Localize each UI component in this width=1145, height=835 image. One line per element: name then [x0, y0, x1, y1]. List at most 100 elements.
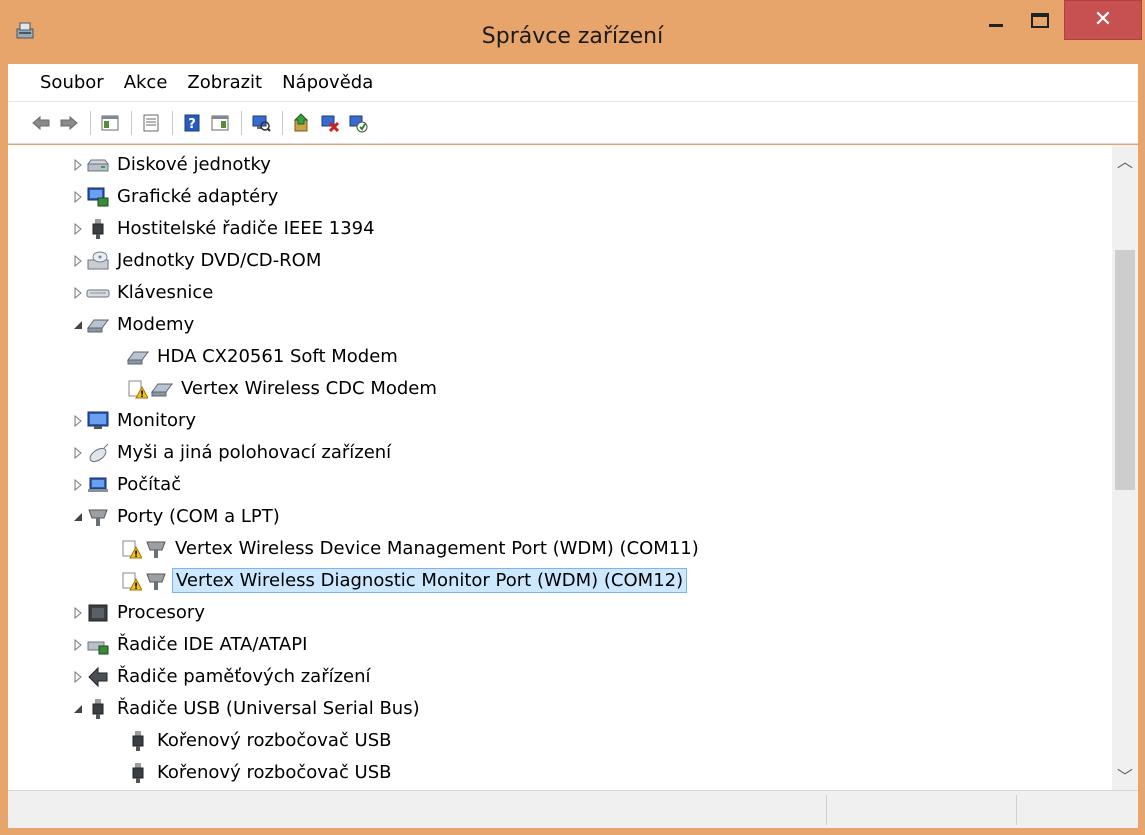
tree-node-label: Porty (COM a LPT)	[117, 506, 280, 527]
status-bar	[8, 790, 1138, 828]
update-driver-icon	[293, 112, 309, 131]
help-icon: ?	[184, 114, 200, 132]
tree-node-label: Procesory	[117, 602, 205, 623]
tree-node-usb-root-hub-1[interactable]: Kořenový rozbočovač USB	[126, 725, 395, 756]
tree-node-usb-root-hub-2[interactable]: Kořenový rozbočovač USB	[126, 757, 395, 788]
expand-arrow-icon[interactable]	[70, 189, 86, 205]
tree-node-modems[interactable]: Modemy	[70, 309, 197, 340]
tree-node-label: HDA CX20561 Soft Modem	[157, 346, 398, 367]
tree-node-computer[interactable]: Počítač	[70, 469, 184, 500]
port-icon	[144, 538, 168, 560]
tree-node-dvd-drives[interactable]: Jednotky DVD/CD-ROM	[70, 245, 324, 276]
maximize-button[interactable]	[1018, 0, 1062, 40]
warning-lock-icon: !	[120, 570, 143, 592]
update-driver-button[interactable]	[289, 110, 315, 136]
expand-arrow-icon[interactable]	[70, 221, 86, 237]
toolbar-separator	[131, 110, 132, 135]
chevron-up-icon: ︿	[1116, 152, 1133, 171]
expand-arrow-icon[interactable]	[70, 637, 86, 653]
collapse-arrow-icon[interactable]	[70, 317, 86, 333]
svg-text:!: !	[134, 582, 138, 592]
vertical-scrollbar[interactable]: ︿ ﹀	[1112, 145, 1138, 790]
tree-node-label: Kořenový rozbočovač USB	[157, 762, 392, 783]
uninstall-device-button[interactable]	[317, 110, 343, 136]
ide-controller-icon	[86, 634, 110, 656]
warning-lock-icon: !	[120, 538, 143, 560]
expand-arrow-icon[interactable]	[70, 157, 86, 173]
tree-node-label: Kořenový rozbočovač USB	[157, 730, 392, 751]
menu-napoveda[interactable]: Nápověda	[278, 70, 377, 95]
modem-icon	[126, 346, 150, 368]
usb-device-icon	[126, 730, 150, 752]
tree-node-label: Jednotky DVD/CD-ROM	[117, 250, 322, 271]
tree-node-ide-controllers[interactable]: Řadiče IDE ATA/ATAPI	[70, 629, 310, 660]
properties-button[interactable]	[138, 110, 164, 136]
tree-node-monitors[interactable]: Monitory	[70, 405, 199, 436]
forward-button[interactable]	[56, 110, 82, 136]
collapse-arrow-icon[interactable]	[70, 701, 86, 717]
expand-arrow-icon[interactable]	[70, 477, 86, 493]
tree-node-vertex-cdc-modem[interactable]: ! Vertex Wireless CDC Modem	[126, 373, 440, 404]
tree-node-mice[interactable]: Myši a jiná polohovací zařízení	[70, 437, 394, 468]
tree-node-label: Monitory	[117, 410, 197, 431]
scan-hardware-button[interactable]	[248, 110, 274, 136]
enable-device-icon	[349, 115, 368, 132]
status-pane	[1016, 795, 1136, 825]
scroll-down-button[interactable]: ﹀	[1112, 760, 1138, 790]
expand-arrow-icon[interactable]	[70, 445, 86, 461]
expand-arrow-icon[interactable]	[70, 413, 86, 429]
action-pane-button[interactable]	[207, 110, 233, 136]
help-button[interactable]: ?	[179, 110, 205, 136]
tree-node-keyboards[interactable]: Klávesnice	[70, 277, 216, 308]
tree-node-label: Vertex Wireless CDC Modem	[181, 378, 437, 399]
tree-node-label: Vertex Wireless Diagnostic Monitor Port …	[172, 568, 688, 593]
monitor-icon	[86, 410, 110, 432]
tree-node-label: Počítač	[117, 474, 182, 495]
status-pane	[826, 795, 1016, 825]
expand-arrow-icon[interactable]	[70, 253, 86, 269]
tree-node-hda-soft-modem[interactable]: HDA CX20561 Soft Modem	[126, 341, 401, 372]
back-icon	[32, 115, 50, 130]
menu-soubor[interactable]: Soubor	[36, 70, 108, 95]
tree-node-ports[interactable]: Porty (COM a LPT)	[70, 501, 283, 532]
collapse-arrow-icon[interactable]	[70, 509, 86, 525]
forward-icon	[60, 115, 78, 130]
scroll-thumb[interactable]	[1115, 250, 1135, 490]
scroll-up-button[interactable]: ︿	[1112, 145, 1138, 175]
menu-bar: Soubor Akce Zobrazit Nápověda	[8, 64, 1138, 102]
ieee1394-controller-icon	[86, 218, 110, 240]
tree-node-processors[interactable]: Procesory	[70, 597, 208, 628]
tree-node-label: Myši a jiná polohovací zařízení	[117, 442, 392, 463]
title-bar[interactable]: Správce zařízení ✕	[0, 0, 1145, 64]
menu-akce[interactable]: Akce	[120, 70, 172, 95]
expand-arrow-icon[interactable]	[70, 285, 86, 301]
tree-node-display-adapters[interactable]: Grafické adaptéry	[70, 181, 281, 212]
disk-drive-icon	[86, 154, 110, 176]
tree-node-vertex-diag-port[interactable]: ! Vertex Wireless Diagnostic Monitor Por…	[120, 565, 688, 596]
tree-node-disk-drives[interactable]: Diskové jednotky	[70, 149, 274, 180]
tree-node-label: Klávesnice	[117, 282, 214, 303]
enable-device-button[interactable]	[345, 110, 371, 136]
minimize-button[interactable]	[976, 0, 1016, 40]
expand-arrow-icon[interactable]	[70, 669, 86, 685]
tree-node-label: Řadiče USB (Universal Serial Bus)	[117, 698, 420, 719]
device-manager-window: Správce zařízení ✕ Soubor Akce Zobrazit …	[0, 0, 1145, 835]
tree-node-storage-controllers[interactable]: Řadiče paměťových zařízení	[70, 661, 374, 692]
toolbar: ?	[8, 102, 1138, 144]
maximize-icon	[1031, 12, 1049, 28]
mouse-icon	[86, 442, 110, 464]
close-button[interactable]: ✕	[1064, 0, 1142, 40]
tree-node-label: Diskové jednotky	[117, 154, 271, 175]
tree-node-label: Hostitelské řadiče IEEE 1394	[117, 218, 375, 239]
show-hide-tree-button[interactable]	[97, 110, 123, 136]
tree-node-usb-controllers[interactable]: Řadiče USB (Universal Serial Bus)	[70, 693, 423, 724]
back-button[interactable]	[28, 110, 54, 136]
menu-zobrazit[interactable]: Zobrazit	[183, 70, 266, 95]
expand-arrow-icon[interactable]	[70, 605, 86, 621]
device-tree[interactable]: Diskové jednotky Grafické adaptéry Hosti…	[8, 145, 1112, 790]
svg-text:!: !	[140, 390, 144, 400]
tree-node-ieee1394[interactable]: Hostitelské řadiče IEEE 1394	[70, 213, 378, 244]
toolbar-separator	[172, 110, 173, 135]
tree-node-vertex-dm-port[interactable]: ! Vertex Wireless Device Management Port…	[120, 533, 702, 564]
port-icon	[144, 570, 168, 592]
